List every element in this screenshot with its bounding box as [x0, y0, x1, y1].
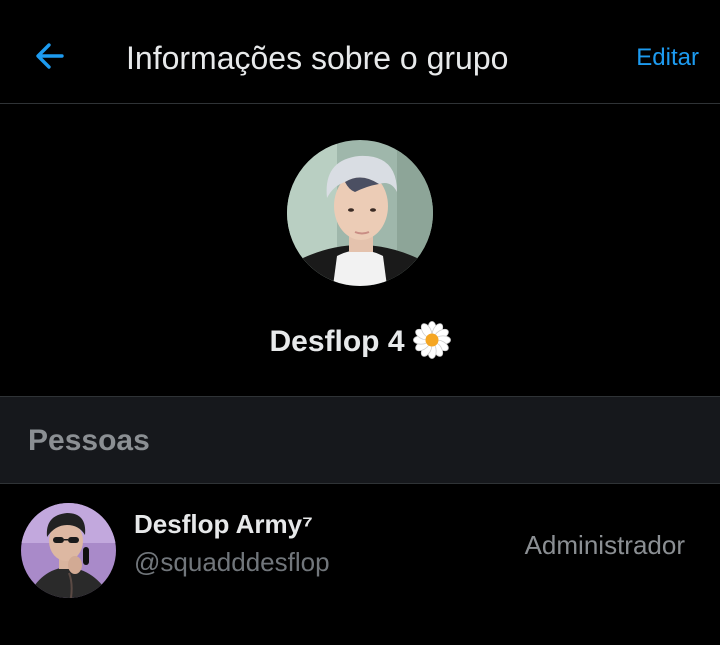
daisy-icon [412, 321, 451, 359]
arrow-left-icon [36, 43, 64, 69]
group-avatar[interactable] [287, 140, 433, 286]
top-app-bar: Informações sobre o grupo Editar [0, 0, 720, 104]
edit-button[interactable]: Editar [636, 40, 699, 76]
group-avatar-image [287, 140, 433, 286]
group-name: Desflop 4 [0, 320, 720, 364]
member-handle: @squadddesflop [134, 547, 330, 577]
list-item[interactable]: Desflop Army⁷ @squadddesflop Administrad… [0, 484, 720, 614]
member-avatar-image [21, 503, 116, 598]
group-name-text: Desflop 4 [269, 325, 405, 358]
people-section-header: Pessoas [0, 396, 720, 484]
people-title: Pessoas [28, 424, 150, 457]
member-display-name: Desflop Army⁷ [134, 509, 313, 539]
avatar[interactable] [21, 503, 116, 598]
page-title: Informações sobre o grupo [126, 40, 509, 76]
group-info-section: Desflop 4 [0, 104, 720, 396]
back-button[interactable] [30, 36, 70, 76]
member-role-badge: Administrador [524, 530, 685, 560]
